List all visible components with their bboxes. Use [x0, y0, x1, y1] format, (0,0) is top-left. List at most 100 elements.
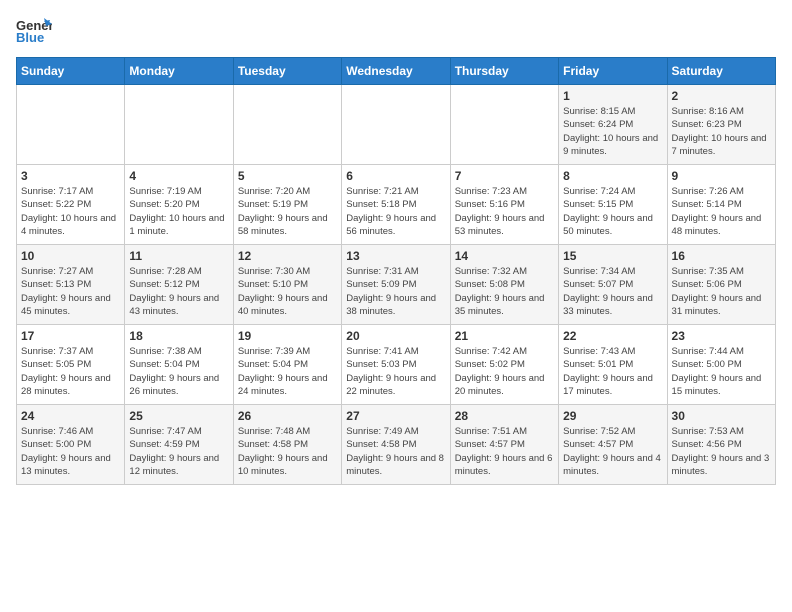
day-cell: 6 Sunrise: 7:21 AM Sunset: 5:18 PM Daylig…: [342, 165, 450, 245]
day-info: Sunrise: 7:46 AM Sunset: 5:00 PM Dayligh…: [21, 425, 120, 478]
page-header: General Blue: [16, 16, 776, 49]
day-info: Sunrise: 7:44 AM Sunset: 5:00 PM Dayligh…: [672, 345, 771, 398]
day-cell: 23 Sunrise: 7:44 AM Sunset: 5:00 PM Dayli…: [667, 325, 775, 405]
day-info: Sunrise: 7:17 AM Sunset: 5:22 PM Dayligh…: [21, 185, 120, 238]
day-cell: 1 Sunrise: 8:15 AM Sunset: 6:24 PM Daylig…: [559, 85, 667, 165]
day-info: Sunrise: 7:39 AM Sunset: 5:04 PM Dayligh…: [238, 345, 337, 398]
day-number: 26: [238, 409, 337, 423]
day-cell: 5 Sunrise: 7:20 AM Sunset: 5:19 PM Daylig…: [233, 165, 341, 245]
day-number: 8: [563, 169, 662, 183]
day-info: Sunrise: 7:41 AM Sunset: 5:03 PM Dayligh…: [346, 345, 445, 398]
day-info: Sunrise: 7:37 AM Sunset: 5:05 PM Dayligh…: [21, 345, 120, 398]
day-number: 22: [563, 329, 662, 343]
calendar-header: SundayMondayTuesdayWednesdayThursdayFrid…: [17, 58, 776, 85]
day-info: Sunrise: 8:15 AM Sunset: 6:24 PM Dayligh…: [563, 105, 662, 158]
day-cell: 7 Sunrise: 7:23 AM Sunset: 5:16 PM Daylig…: [450, 165, 558, 245]
day-cell: 13Sunrise: 7:31 AM Sunset: 5:09 PM Dayli…: [342, 245, 450, 325]
column-header-wednesday: Wednesday: [342, 58, 450, 85]
day-number: 19: [238, 329, 337, 343]
day-number: 17: [21, 329, 120, 343]
day-info: Sunrise: 7:21 AM Sunset: 5:18 PM Dayligh…: [346, 185, 445, 238]
week-row-5: 24 Sunrise: 7:46 AM Sunset: 5:00 PM Dayli…: [17, 405, 776, 485]
day-number: 20: [346, 329, 445, 343]
app-logo: General Blue: [16, 16, 52, 49]
day-number: 11: [129, 249, 228, 263]
day-cell: 2 Sunrise: 8:16 AM Sunset: 6:23 PM Daylig…: [667, 85, 775, 165]
day-info: Sunrise: 7:49 AM Sunset: 4:58 PM Dayligh…: [346, 425, 445, 478]
day-cell: [342, 85, 450, 165]
day-number: 29: [563, 409, 662, 423]
day-cell: 27 Sunrise: 7:49 AM Sunset: 4:58 PM Dayli…: [342, 405, 450, 485]
day-cell: 22 Sunrise: 7:43 AM Sunset: 5:01 PM Dayli…: [559, 325, 667, 405]
day-cell: 3 Sunrise: 7:17 AM Sunset: 5:22 PM Daylig…: [17, 165, 125, 245]
day-info: Sunrise: 7:52 AM Sunset: 4:57 PM Dayligh…: [563, 425, 662, 478]
day-number: 6: [346, 169, 445, 183]
week-row-4: 17 Sunrise: 7:37 AM Sunset: 5:05 PM Dayli…: [17, 325, 776, 405]
column-header-thursday: Thursday: [450, 58, 558, 85]
day-number: 3: [21, 169, 120, 183]
day-cell: 9Sunrise: 7:26 AM Sunset: 5:14 PM Daylig…: [667, 165, 775, 245]
day-info: Sunrise: 7:34 AM Sunset: 5:07 PM Dayligh…: [563, 265, 662, 318]
day-cell: 30 Sunrise: 7:53 AM Sunset: 4:56 PM Dayli…: [667, 405, 775, 485]
day-cell: [17, 85, 125, 165]
day-number: 10: [21, 249, 120, 263]
header-row: SundayMondayTuesdayWednesdayThursdayFrid…: [17, 58, 776, 85]
day-number: 18: [129, 329, 228, 343]
day-info: Sunrise: 7:43 AM Sunset: 5:01 PM Dayligh…: [563, 345, 662, 398]
day-number: 4: [129, 169, 228, 183]
day-info: Sunrise: 7:51 AM Sunset: 4:57 PM Dayligh…: [455, 425, 554, 478]
svg-text:Blue: Blue: [16, 30, 44, 44]
calendar-body: 1 Sunrise: 8:15 AM Sunset: 6:24 PM Daylig…: [17, 85, 776, 485]
column-header-friday: Friday: [559, 58, 667, 85]
calendar-table: SundayMondayTuesdayWednesdayThursdayFrid…: [16, 57, 776, 485]
day-info: Sunrise: 7:32 AM Sunset: 5:08 PM Dayligh…: [455, 265, 554, 318]
day-number: 27: [346, 409, 445, 423]
day-info: Sunrise: 7:19 AM Sunset: 5:20 PM Dayligh…: [129, 185, 228, 238]
day-cell: 16 Sunrise: 7:35 AM Sunset: 5:06 PM Dayli…: [667, 245, 775, 325]
day-number: 9: [672, 169, 771, 183]
day-info: Sunrise: 7:48 AM Sunset: 4:58 PM Dayligh…: [238, 425, 337, 478]
day-info: Sunrise: 7:23 AM Sunset: 5:16 PM Dayligh…: [455, 185, 554, 238]
day-number: 16: [672, 249, 771, 263]
day-number: 25: [129, 409, 228, 423]
day-cell: 21Sunrise: 7:42 AM Sunset: 5:02 PM Dayli…: [450, 325, 558, 405]
column-header-tuesday: Tuesday: [233, 58, 341, 85]
day-number: 14: [455, 249, 554, 263]
day-number: 7: [455, 169, 554, 183]
day-info: Sunrise: 7:53 AM Sunset: 4:56 PM Dayligh…: [672, 425, 771, 478]
day-info: Sunrise: 7:20 AM Sunset: 5:19 PM Dayligh…: [238, 185, 337, 238]
day-info: Sunrise: 7:35 AM Sunset: 5:06 PM Dayligh…: [672, 265, 771, 318]
day-info: Sunrise: 7:24 AM Sunset: 5:15 PM Dayligh…: [563, 185, 662, 238]
day-cell: 29 Sunrise: 7:52 AM Sunset: 4:57 PM Dayli…: [559, 405, 667, 485]
day-cell: 17 Sunrise: 7:37 AM Sunset: 5:05 PM Dayli…: [17, 325, 125, 405]
day-cell: 28 Sunrise: 7:51 AM Sunset: 4:57 PM Dayli…: [450, 405, 558, 485]
column-header-sunday: Sunday: [17, 58, 125, 85]
day-number: 21: [455, 329, 554, 343]
day-number: 5: [238, 169, 337, 183]
day-cell: 26 Sunrise: 7:48 AM Sunset: 4:58 PM Dayli…: [233, 405, 341, 485]
week-row-3: 10 Sunrise: 7:27 AM Sunset: 5:13 PM Dayli…: [17, 245, 776, 325]
day-number: 23: [672, 329, 771, 343]
day-number: 13: [346, 249, 445, 263]
day-cell: [125, 85, 233, 165]
day-cell: 20 Sunrise: 7:41 AM Sunset: 5:03 PM Dayli…: [342, 325, 450, 405]
day-number: 24: [21, 409, 120, 423]
day-cell: 25 Sunrise: 7:47 AM Sunset: 4:59 PM Dayli…: [125, 405, 233, 485]
day-number: 12: [238, 249, 337, 263]
day-number: 30: [672, 409, 771, 423]
day-cell: [233, 85, 341, 165]
day-info: Sunrise: 7:27 AM Sunset: 5:13 PM Dayligh…: [21, 265, 120, 318]
week-row-2: 3 Sunrise: 7:17 AM Sunset: 5:22 PM Daylig…: [17, 165, 776, 245]
week-row-1: 1 Sunrise: 8:15 AM Sunset: 6:24 PM Daylig…: [17, 85, 776, 165]
day-info: Sunrise: 7:47 AM Sunset: 4:59 PM Dayligh…: [129, 425, 228, 478]
day-info: Sunrise: 7:38 AM Sunset: 5:04 PM Dayligh…: [129, 345, 228, 398]
day-cell: 12Sunrise: 7:30 AM Sunset: 5:10 PM Dayli…: [233, 245, 341, 325]
day-cell: 11Sunrise: 7:28 AM Sunset: 5:12 PM Dayli…: [125, 245, 233, 325]
day-number: 2: [672, 89, 771, 103]
day-number: 1: [563, 89, 662, 103]
day-cell: [450, 85, 558, 165]
day-number: 15: [563, 249, 662, 263]
column-header-saturday: Saturday: [667, 58, 775, 85]
day-info: Sunrise: 8:16 AM Sunset: 6:23 PM Dayligh…: [672, 105, 771, 158]
day-number: 28: [455, 409, 554, 423]
